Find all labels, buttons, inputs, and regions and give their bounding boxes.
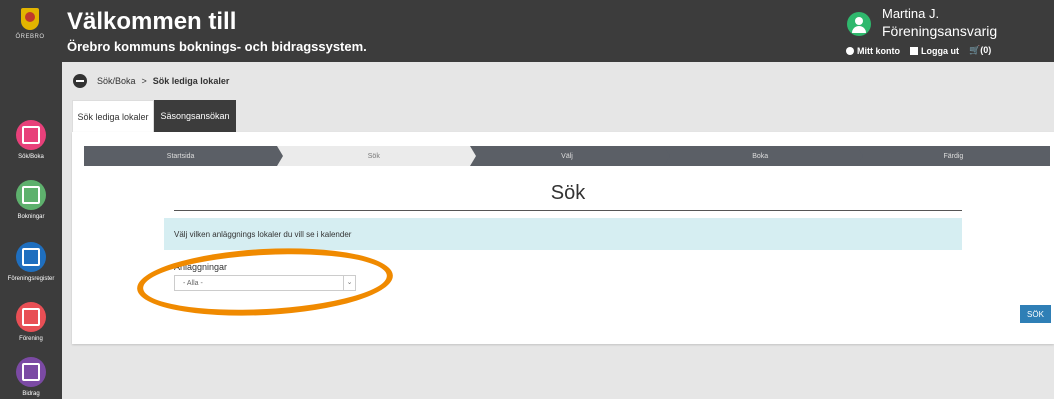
logout-link[interactable]: Logga ut bbox=[910, 46, 959, 56]
sidebar: Sök/Boka Bokningar Föreningsregister För… bbox=[0, 62, 62, 399]
back-arrow-icon[interactable] bbox=[73, 74, 87, 88]
list-icon bbox=[16, 242, 46, 272]
step-boka: Boka bbox=[663, 146, 863, 166]
cart-link[interactable]: 🛒(0) bbox=[969, 45, 991, 56]
calendar-check-icon bbox=[16, 180, 46, 210]
search-button[interactable]: SÖK bbox=[1020, 305, 1051, 323]
step-sok: Sök bbox=[277, 146, 477, 166]
title-divider bbox=[174, 210, 962, 211]
breadcrumb-current: Sök lediga lokaler bbox=[152, 76, 230, 86]
tab-sasongsansokan[interactable]: Säsongsansökan bbox=[154, 100, 236, 132]
coat-of-arms-icon bbox=[21, 8, 39, 30]
sidebar-item-bidrag[interactable]: Bidrag bbox=[0, 357, 62, 397]
system-subtitle: Örebro kommuns boknings- och bidragssyst… bbox=[67, 39, 367, 54]
step-startsida[interactable]: Startsida bbox=[84, 146, 284, 166]
sidebar-item-forening[interactable]: Förening bbox=[0, 302, 62, 342]
sidebar-item-sok-boka[interactable]: Sök/Boka bbox=[0, 120, 62, 160]
breadcrumb-separator: > bbox=[141, 76, 147, 86]
app-header: ÖREBRO Välkommen till Örebro kommuns bok… bbox=[0, 0, 1054, 62]
sidebar-item-bokningar[interactable]: Bokningar bbox=[0, 180, 62, 220]
user-role: Föreningsansvarig bbox=[882, 23, 998, 39]
step-fardig: Färdig bbox=[856, 146, 1051, 166]
info-box: Välj vilken anläggnings lokaler du vill … bbox=[164, 218, 962, 250]
calculator-icon bbox=[16, 357, 46, 387]
user-avatar-icon[interactable] bbox=[847, 12, 871, 36]
tab-sok-lediga-lokaler[interactable]: Sök lediga lokaler bbox=[72, 100, 154, 133]
cart-icon: 🛒 bbox=[969, 45, 981, 55]
gear-icon bbox=[846, 46, 854, 55]
user-name: Martina J. bbox=[882, 6, 940, 21]
welcome-title: Välkommen till bbox=[67, 8, 237, 35]
group-icon bbox=[16, 302, 46, 332]
header-links: Mitt konto Logga ut 🛒(0) bbox=[846, 45, 991, 56]
step-valj: Välj bbox=[470, 146, 670, 166]
my-account-link[interactable]: Mitt konto bbox=[846, 46, 900, 56]
progress-steps: Startsida Sök Välj Boka Färdig bbox=[84, 146, 1051, 166]
sidebar-item-foreningsregister[interactable]: Föreningsregister bbox=[0, 242, 62, 282]
logout-icon bbox=[910, 46, 918, 55]
orebro-logo[interactable]: ÖREBRO bbox=[8, 8, 52, 52]
calendar-icon bbox=[16, 120, 46, 150]
main-content: Sök/Boka > Sök lediga lokaler Sök lediga… bbox=[62, 62, 1054, 399]
breadcrumb: Sök/Boka > Sök lediga lokaler bbox=[73, 74, 229, 88]
breadcrumb-parent[interactable]: Sök/Boka bbox=[97, 76, 136, 86]
page-title: Sök bbox=[550, 182, 586, 204]
logo-text: ÖREBRO bbox=[15, 34, 45, 40]
